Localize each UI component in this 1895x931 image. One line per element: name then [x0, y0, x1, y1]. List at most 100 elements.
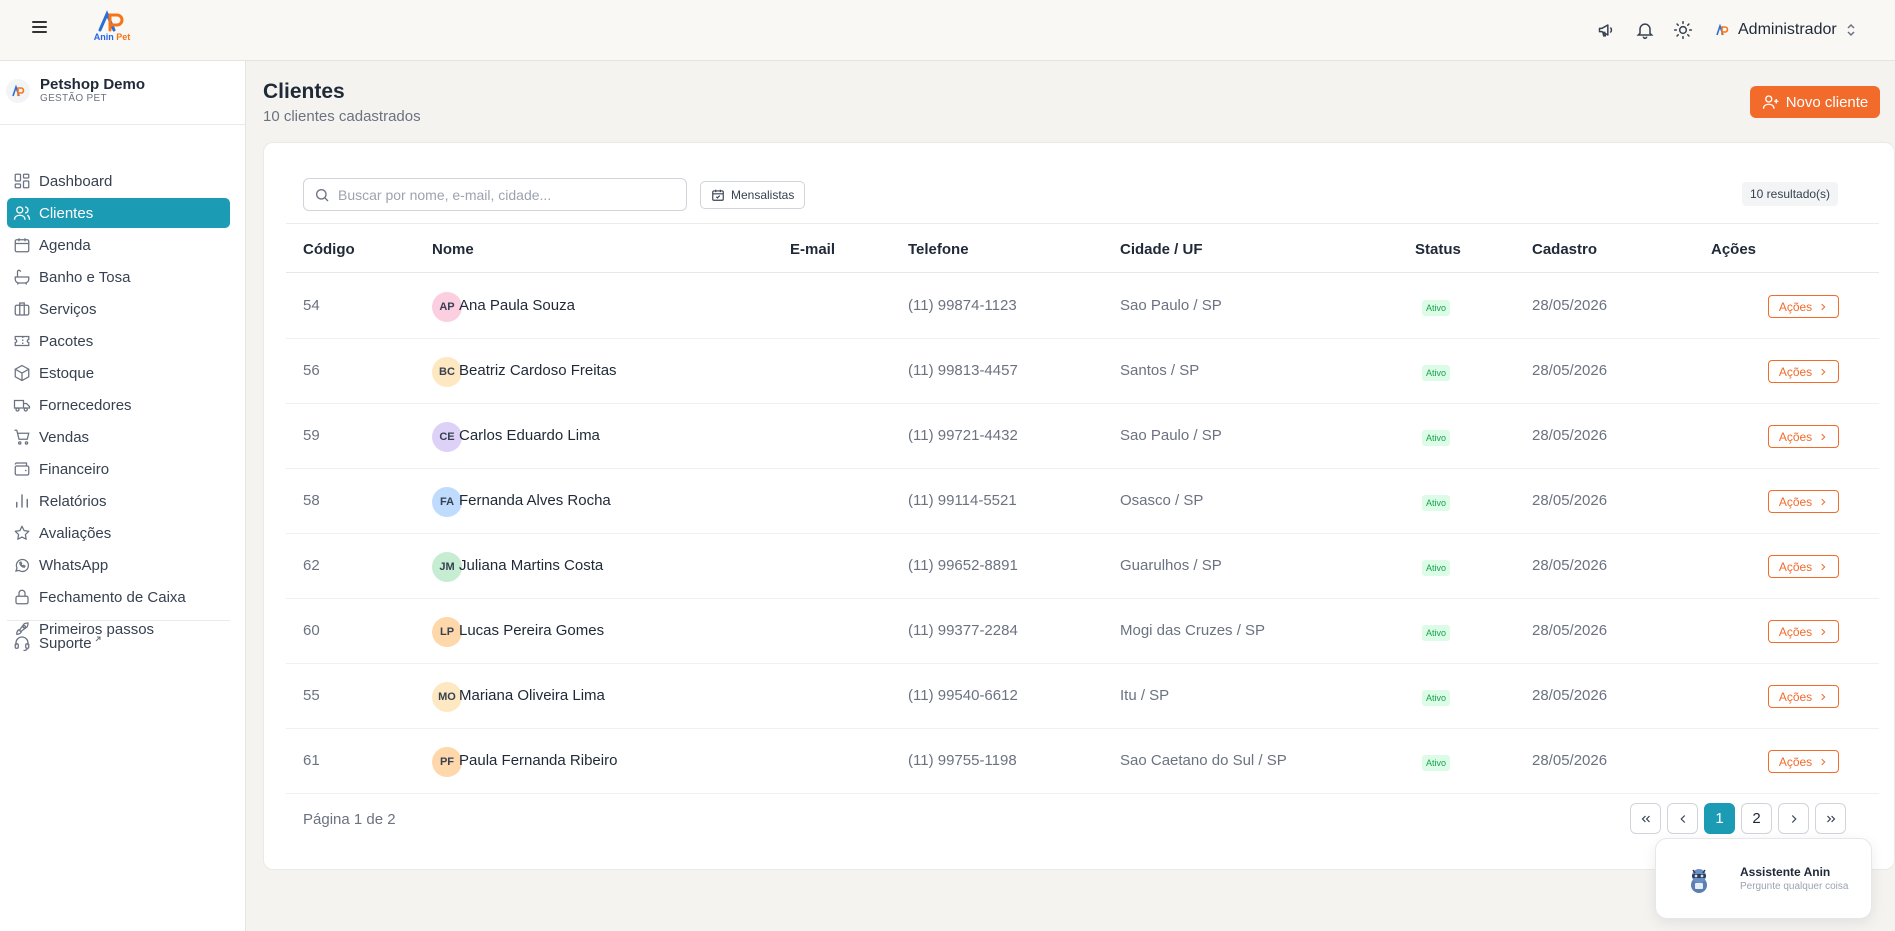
cell-cidade: Itu / SP [1120, 687, 1170, 704]
sidebar-item-label: Relatórios [39, 492, 107, 510]
cell-telefone: (11) 99874-1123 [908, 297, 1017, 314]
page-button-2[interactable]: 2 [1741, 803, 1772, 834]
sidebar-item-vendas[interactable]: Vendas [7, 422, 230, 452]
sidebar-item-banho-tosa[interactable]: Banho e Tosa [7, 262, 230, 292]
cell-nome[interactable]: Fernanda Alves Rocha [459, 492, 611, 509]
user-menu[interactable]: Administrador [1714, 18, 1857, 42]
column-header-telefone[interactable]: Telefone [908, 241, 969, 258]
table-row[interactable]: 62 (11) 99652-8891 Guarulhos / SP 28/05/202… [286, 534, 1879, 599]
assistant-widget[interactable]: Assistente Anin Pergunte qualquer coisa [1655, 838, 1872, 919]
sidebar-item-label: Agenda [39, 236, 91, 254]
user-avatar-icon [1716, 23, 1729, 36]
search-box [303, 178, 687, 211]
sidebar-item-clientes[interactable]: Clientes [7, 198, 230, 228]
column-header-acoes: Ações [1711, 241, 1757, 258]
sidebar-item-financeiro[interactable]: Financeiro [7, 454, 230, 484]
actions-label: Ações [1778, 429, 1813, 444]
column-header-codigo[interactable]: Código [303, 241, 355, 258]
chevron-right-icon [1821, 693, 1826, 700]
sidebar-item-agenda[interactable]: Agenda [7, 230, 230, 260]
cell-nome[interactable]: Mariana Oliveira Lima [459, 687, 605, 704]
cell-nome[interactable]: Lucas Pereira Gomes [459, 622, 604, 639]
chevron-right-icon [1821, 628, 1826, 635]
actions-button[interactable]: Ações [1768, 685, 1839, 708]
menu-toggle-button[interactable] [28, 18, 50, 40]
next-page-button[interactable] [1778, 803, 1809, 834]
sidebar-item-pacotes[interactable]: Pacotes [7, 326, 230, 356]
table-row[interactable]: 61 (11) 99755-1198 Sao Caetano do Sul / SP… [286, 729, 1879, 794]
actions-button[interactable]: Ações [1768, 295, 1839, 318]
mensalistas-filter-button[interactable]: Mensalistas [700, 181, 806, 209]
page-title: Clientes [263, 80, 345, 103]
page-button-1[interactable]: 1 [1704, 803, 1735, 834]
sun-icon[interactable] [1672, 19, 1694, 41]
avatar: LP [432, 617, 462, 647]
cell-cidade: Guarulhos / SP [1120, 557, 1222, 574]
sidebar-item-whatsapp[interactable]: WhatsApp [7, 550, 230, 580]
column-header-cidade[interactable]: Cidade / UF [1120, 241, 1203, 258]
prev-page-button[interactable] [1667, 803, 1698, 834]
actions-button[interactable]: Ações [1768, 425, 1839, 448]
cell-codigo: 55 [303, 687, 320, 704]
cell-cadastro: 28/05/2026 [1532, 492, 1608, 509]
cell-nome[interactable]: Juliana Martins Costa [459, 557, 603, 574]
table-row[interactable]: 55 (11) 99540-6612 Itu / SP 28/05/2026 MO Mar… [286, 664, 1879, 729]
sidebar-item-servicos[interactable]: Serviços [7, 294, 230, 324]
sidebar-item-fechamento-caixa[interactable]: Fechamento de Caixa [7, 582, 230, 612]
actions-button[interactable]: Ações [1768, 490, 1839, 513]
table-row[interactable]: 59 (11) 99721-4432 Sao Paulo / SP 28/05/202… [286, 404, 1879, 469]
assistant-mascot-icon [1691, 869, 1707, 893]
column-header-nome[interactable]: Nome [432, 241, 474, 258]
chevron-right-icon [1821, 303, 1826, 310]
calendar-check-icon [712, 189, 724, 201]
sidebar-item-label: Vendas [39, 428, 90, 446]
chevrons-right-icon [1826, 815, 1835, 822]
sidebar-item-label: Banho e Tosa [39, 268, 131, 286]
actions-button[interactable]: Ações [1768, 555, 1839, 578]
megaphone-icon[interactable] [1596, 19, 1618, 41]
app-logo[interactable]: Anin Pet [90, 10, 134, 44]
column-header-status[interactable]: Status [1415, 241, 1461, 258]
first-page-button[interactable] [1630, 803, 1661, 834]
actions-button[interactable]: Ações [1768, 620, 1839, 643]
search-input[interactable] [338, 186, 668, 203]
logo-mark-icon [98, 10, 124, 32]
new-client-button[interactable]: Novo cliente [1750, 86, 1880, 118]
sidebar-item-avaliacoes[interactable]: Avaliações [7, 518, 230, 548]
user-plus-icon [1762, 95, 1779, 109]
org-switcher[interactable]: Petshop Demo GESTÃO PET [6, 77, 145, 104]
table-row[interactable]: 56 (11) 99813-4457 Santos / SP 28/05/2026 BC… [286, 339, 1879, 404]
clients-card: Mensalistas 10 resultado(s) Código Nome … [263, 142, 1895, 870]
cart-icon [14, 429, 30, 445]
ticket-icon [14, 335, 30, 347]
cell-telefone: (11) 99377-2284 [908, 622, 1018, 639]
actions-button[interactable]: Ações [1768, 750, 1839, 773]
cell-cadastro: 28/05/2026 [1532, 687, 1608, 704]
divider [0, 124, 246, 125]
sidebar-item-relatorios[interactable]: Relatórios [7, 486, 230, 516]
actions-button[interactable]: Ações [1768, 360, 1839, 383]
last-page-button[interactable] [1815, 803, 1846, 834]
column-header-email[interactable]: E-mail [790, 241, 835, 258]
avatar: PF [432, 747, 462, 777]
sidebar-item-label: Fechamento de Caixa [39, 588, 186, 606]
cell-nome[interactable]: Beatriz Cardoso Freitas [459, 362, 617, 379]
table-row[interactable]: 54 (11) 99874-1123 Sao Paulo / SP 28/05/202… [286, 274, 1879, 339]
support-link[interactable]: Suporte [13, 634, 102, 652]
sidebar-item-dashboard[interactable]: Dashboard [7, 166, 230, 196]
chevron-right-icon [1821, 433, 1826, 440]
sidebar-item-fornecedores[interactable]: Fornecedores [7, 390, 230, 420]
bell-icon[interactable] [1634, 19, 1656, 41]
cell-cadastro: 28/05/2026 [1532, 752, 1608, 769]
table-row[interactable]: 60 (11) 99377-2284 Mogi das Cruzes / SP 28/… [286, 599, 1879, 664]
actions-label: Ações [1778, 559, 1813, 574]
cell-nome[interactable]: Carlos Eduardo Lima [459, 427, 600, 444]
table-row[interactable]: 58 (11) 99114-5521 Osasco / SP 28/05/2026 FA… [286, 469, 1879, 534]
column-header-cadastro[interactable]: Cadastro [1532, 241, 1597, 258]
cell-nome[interactable]: Ana Paula Souza [459, 297, 575, 314]
bath-icon [14, 269, 30, 285]
actions-label: Ações [1778, 299, 1813, 314]
cell-nome[interactable]: Paula Fernanda Ribeiro [459, 752, 617, 769]
sidebar-item-estoque[interactable]: Estoque [7, 358, 230, 388]
whatsapp-icon [15, 558, 29, 573]
